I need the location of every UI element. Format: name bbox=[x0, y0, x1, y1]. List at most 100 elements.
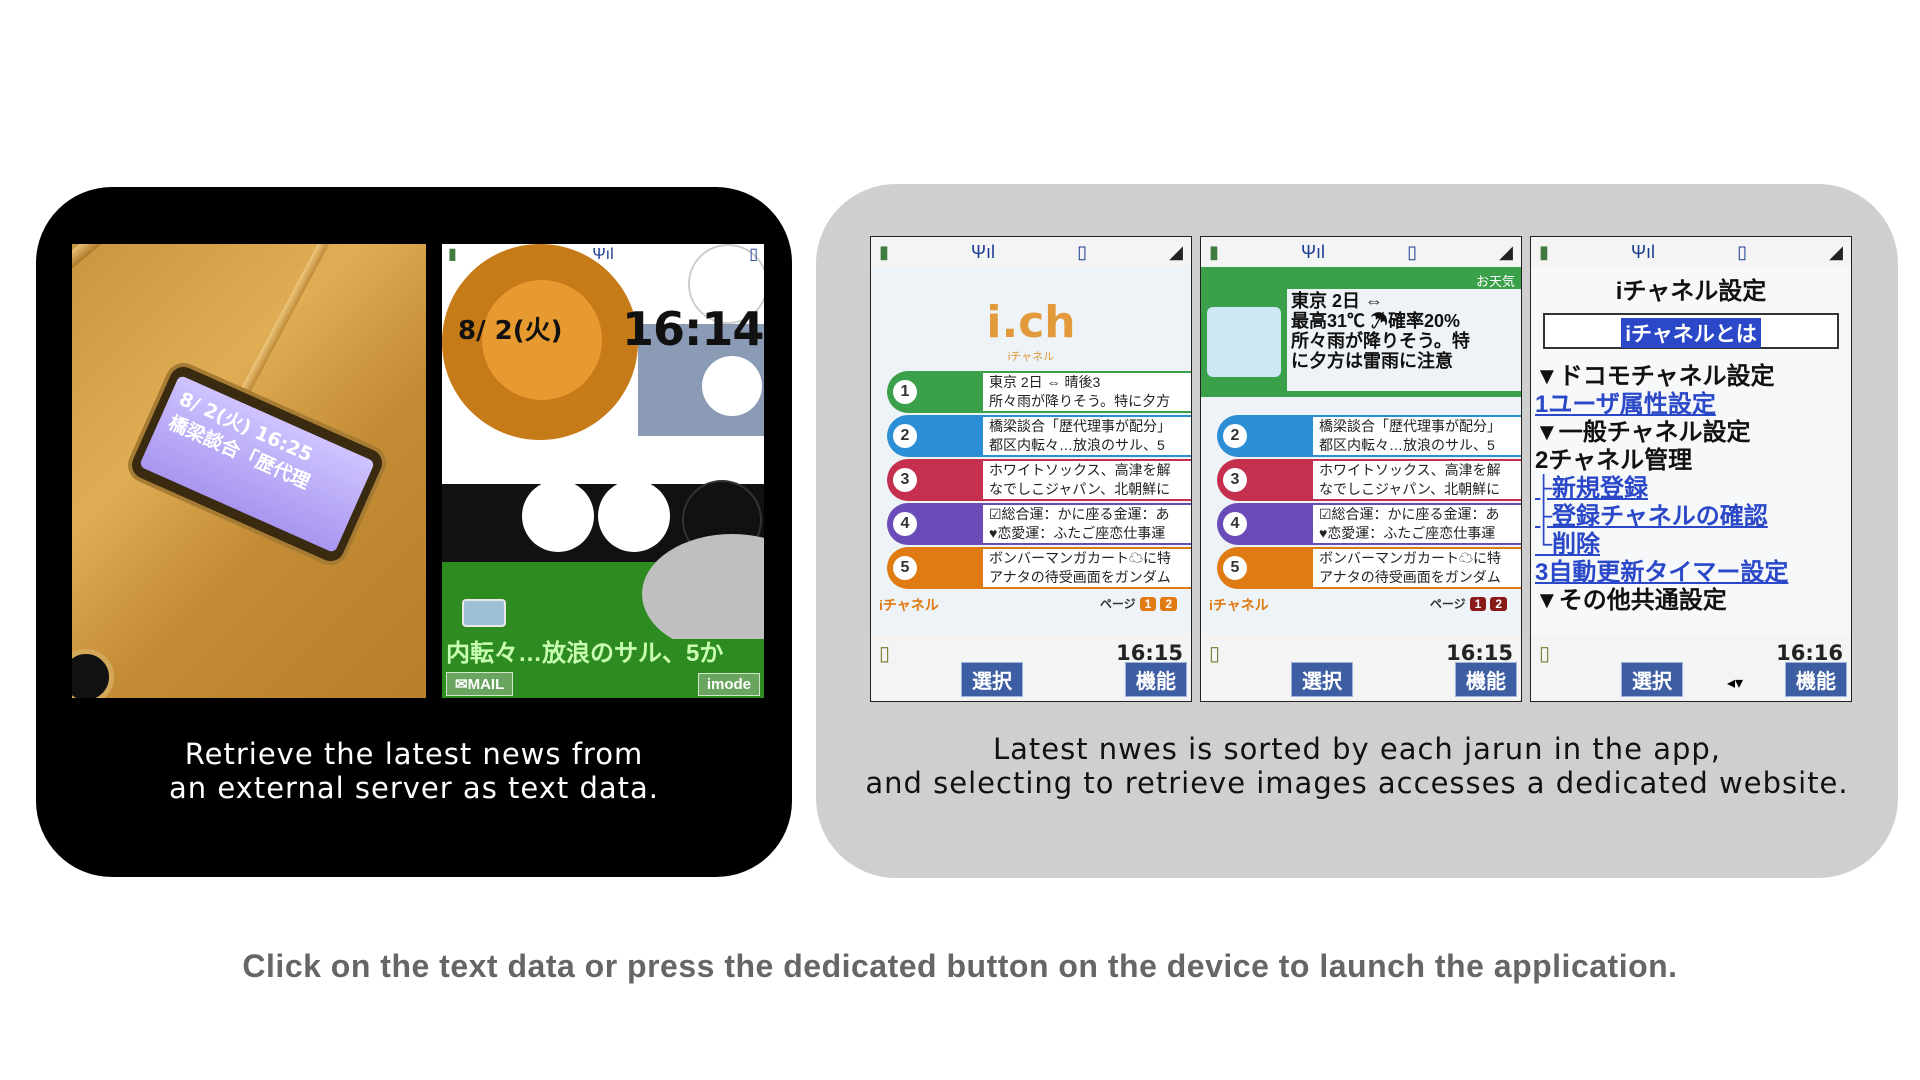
signal-icon: Ψıl bbox=[1301, 241, 1326, 262]
hinge-hole bbox=[72, 649, 114, 698]
page-2-button[interactable]: 2 bbox=[1160, 596, 1177, 611]
settings-section-header: ▼一般チャネル設定 bbox=[1535, 419, 1751, 446]
weather-card[interactable]: お天気 東京 2日 ⇔ 最高31℃ ☂確率20% 所々雨が降りそう。特 に夕方は… bbox=[1201, 267, 1521, 397]
pager: ページ 1 2 bbox=[1430, 595, 1507, 612]
item-number: 2 bbox=[1223, 424, 1247, 448]
settings-link[interactable]: 1ユーザ属性設定 bbox=[1535, 391, 1788, 419]
settings-section-header: ▼ドコモチャネル設定 bbox=[1535, 363, 1775, 390]
ichannel-list-screen: ▮ Ψıl ▯ ◢ i.ch iチャネル 1 東京 2日 ⇔ 晴後3 所々雨が降り… bbox=[870, 236, 1192, 702]
right-caption-line1: Latest nwes is sorted by each jarun in t… bbox=[992, 732, 1722, 766]
item-number: 3 bbox=[1223, 468, 1247, 492]
left-caption: Retrieve the latest news from an externa… bbox=[36, 737, 792, 805]
page-label: ページ bbox=[1429, 597, 1466, 611]
screen-footer: ▯ 16:16 選択 ◂▾ 機能 bbox=[1531, 635, 1851, 701]
screen-footer: ▯ 16:15 選択 機能 bbox=[871, 635, 1191, 701]
battery-icon: ▯ bbox=[1539, 643, 1551, 665]
item-text: ホワイトソックス、高津を解 なでしこジャパン、北朝鮮に bbox=[983, 461, 1191, 499]
status-bar: ▮ Ψıl ▯ ◢ bbox=[871, 237, 1191, 267]
ichannel-weather-screen: ▮ Ψıl ▯ ◢ お天気 東京 2日 ⇔ 最高31℃ ☂確率20% 所々雨が降… bbox=[1200, 236, 1522, 702]
right-panel: ▮ Ψıl ▯ ◢ i.ch iチャネル 1 東京 2日 ⇔ 晴後3 所々雨が降り… bbox=[816, 184, 1898, 878]
imode-softkey[interactable]: imode bbox=[697, 672, 760, 696]
list-item[interactable]: 4 ☑総合運：かに座る金運：あ ♥恋愛運：ふたご座恋仕事運 bbox=[887, 503, 1191, 545]
battery-icon: ▮ bbox=[879, 241, 889, 262]
wallpaper-circle bbox=[598, 480, 670, 552]
right-caption-line2: and selecting to retrieve images accesse… bbox=[865, 766, 1849, 800]
standby-time: 16:14 bbox=[622, 302, 764, 356]
list-item[interactable]: 1 東京 2日 ⇔ 晴後3 所々雨が降りそう。特に夕方 bbox=[887, 371, 1191, 413]
item-text: 橋梁談合「歴代理事が配分」 都区内転々…放浪のサル、5 bbox=[1313, 417, 1521, 455]
function-button[interactable]: 機能 bbox=[1785, 662, 1847, 697]
left-caption-line1: Retrieve the latest news from bbox=[184, 737, 644, 771]
list-item[interactable]: 3 ホワイトソックス、高津を解 なでしこジャパン、北朝鮮に bbox=[1217, 459, 1521, 501]
right-caption: Latest nwes is sorted by each jarun in t… bbox=[816, 732, 1898, 800]
signal-icon: Ψıl bbox=[971, 241, 996, 262]
camera-icon bbox=[462, 599, 506, 627]
signal-icon: Ψıl bbox=[592, 246, 614, 263]
mail-softkey[interactable]: ✉MAIL bbox=[446, 672, 514, 696]
select-button[interactable]: 選択 bbox=[1621, 662, 1683, 697]
cloud-icon bbox=[1207, 307, 1281, 377]
battery-icon: ▮ bbox=[1539, 241, 1549, 262]
item-text: ボンバーマンガカート☁に特 アナタの待受画面をガンダム bbox=[1313, 549, 1521, 587]
list-item[interactable]: 5 ボンバーマンガカート☁に特 アナタの待受画面をガンダム bbox=[1217, 547, 1521, 589]
phone-photo: 8/ 2(火) 16:25 橋梁談合「歴代理 bbox=[72, 244, 426, 698]
item-text: ボンバーマンガカート☁に特 アナタの待受画面をガンダム bbox=[983, 549, 1191, 587]
mail-indicator-icon: ▯ bbox=[1737, 241, 1748, 262]
battery-icon: ▮ bbox=[1209, 241, 1219, 262]
standby-status-bar: ▮ Ψıl ▯ bbox=[442, 244, 764, 266]
settings-list: ▼ドコモチャネル設定 1ユーザ属性設定 ▼一般チャネル設定 2チャネル管理 ├新… bbox=[1535, 363, 1788, 615]
mail-indicator-icon: ▯ bbox=[749, 246, 758, 263]
list-item[interactable]: 3 ホワイトソックス、高津を解 なでしこジャパン、北朝鮮に bbox=[887, 459, 1191, 501]
selected-menu-item[interactable]: iチャネルとは bbox=[1543, 313, 1839, 349]
item-text: ☑総合運：かに座る金運：あ ♥恋愛運：ふたご座恋仕事運 bbox=[1313, 505, 1521, 543]
page-2-button[interactable]: 2 bbox=[1490, 596, 1507, 611]
ichannel-footer-label: iチャネル bbox=[1209, 597, 1269, 613]
left-caption-line2: an external server as text data. bbox=[168, 771, 660, 805]
mail-indicator-icon: ▯ bbox=[1077, 241, 1088, 262]
settings-link[interactable]: 3自動更新タイマー設定 bbox=[1535, 559, 1788, 587]
ichannel-settings-screen: ▮ Ψıl ▯ ◢ iチャネル設定 iチャネルとは ▼ドコモチャネル設定 1ユー… bbox=[1530, 236, 1852, 702]
select-button[interactable]: 選択 bbox=[1291, 662, 1353, 697]
settings-section-header: 2チャネル管理 bbox=[1535, 447, 1693, 474]
standby-date: 8/ 2(火) bbox=[458, 316, 563, 346]
ichannel-logo: i.ch iチャネル bbox=[871, 297, 1191, 364]
function-button[interactable]: 機能 bbox=[1125, 662, 1187, 697]
list-item[interactable]: 2 橋梁談合「歴代理事が配分」 都区内転々…放浪のサル、5 bbox=[1217, 415, 1521, 457]
battery-icon: ▯ bbox=[879, 643, 891, 665]
item-number: 3 bbox=[893, 468, 917, 492]
standby-screen: ▮ Ψıl ▯ 8/ 2(火) 16:14 内転々…放浪のサル、5か ✉MAIL… bbox=[442, 244, 764, 698]
signal-icon: Ψıl bbox=[1631, 241, 1656, 262]
list-item[interactable]: 4 ☑総合運：かに座る金運：あ ♥恋愛運：ふたご座恋仕事運 bbox=[1217, 503, 1521, 545]
settings-link[interactable]: ├新規登録 bbox=[1535, 475, 1788, 503]
page-1-button[interactable]: 1 bbox=[1469, 596, 1487, 611]
battery-icon: ▮ bbox=[448, 246, 457, 263]
item-text: 東京 2日 ⇔ 晴後3 所々雨が降りそう。特に夕方 bbox=[983, 373, 1191, 411]
list-item[interactable]: 5 ボンバーマンガカート☁に特 アナタの待受画面をガンダム bbox=[887, 547, 1191, 589]
select-button[interactable]: 選択 bbox=[961, 662, 1023, 697]
left-panel: 8/ 2(火) 16:25 橋梁談合「歴代理 ▮ Ψıl ▯ 8/ 2(火) 1… bbox=[36, 187, 792, 877]
battery-icon: ▯ bbox=[1209, 643, 1221, 665]
item-number: 1 bbox=[893, 380, 917, 404]
news-ticker[interactable]: 内転々…放浪のサル、5か bbox=[442, 639, 764, 669]
status-bar: ▮ Ψıl ▯ ◢ bbox=[1201, 237, 1521, 267]
mail-indicator-icon: ▯ bbox=[1407, 241, 1418, 262]
item-number: 5 bbox=[893, 556, 917, 580]
sub-display-frame: 8/ 2(火) 16:25 橋梁談合「歴代理 bbox=[127, 362, 387, 566]
settings-link[interactable]: └削除 bbox=[1535, 531, 1788, 559]
network-icon: ◢ bbox=[1829, 241, 1843, 262]
sub-display: 8/ 2(火) 16:25 橋梁談合「歴代理 bbox=[138, 374, 376, 554]
item-text: ☑総合運：かに座る金運：あ ♥恋愛運：ふたご座恋仕事運 bbox=[983, 505, 1191, 543]
network-icon: ◢ bbox=[1499, 241, 1513, 262]
page-1-button[interactable]: 1 bbox=[1139, 596, 1157, 611]
item-text: 橋梁談合「歴代理事が配分」 都区内転々…放浪のサル、5 bbox=[983, 417, 1191, 455]
item-number: 2 bbox=[893, 424, 917, 448]
standby-softkeys: ✉MAIL imode bbox=[442, 670, 764, 698]
wallpaper-circle bbox=[702, 356, 762, 416]
item-number: 4 bbox=[1223, 512, 1247, 536]
settings-link[interactable]: ├登録チャネルの確認 bbox=[1535, 503, 1788, 531]
page-label: ページ bbox=[1099, 597, 1136, 611]
list-item[interactable]: 2 橋梁談合「歴代理事が配分」 都区内転々…放浪のサル、5 bbox=[887, 415, 1191, 457]
pager: ページ 1 2 bbox=[1100, 595, 1177, 612]
function-button[interactable]: 機能 bbox=[1455, 662, 1517, 697]
nav-arrows-icon: ◂▾ bbox=[1727, 675, 1744, 692]
